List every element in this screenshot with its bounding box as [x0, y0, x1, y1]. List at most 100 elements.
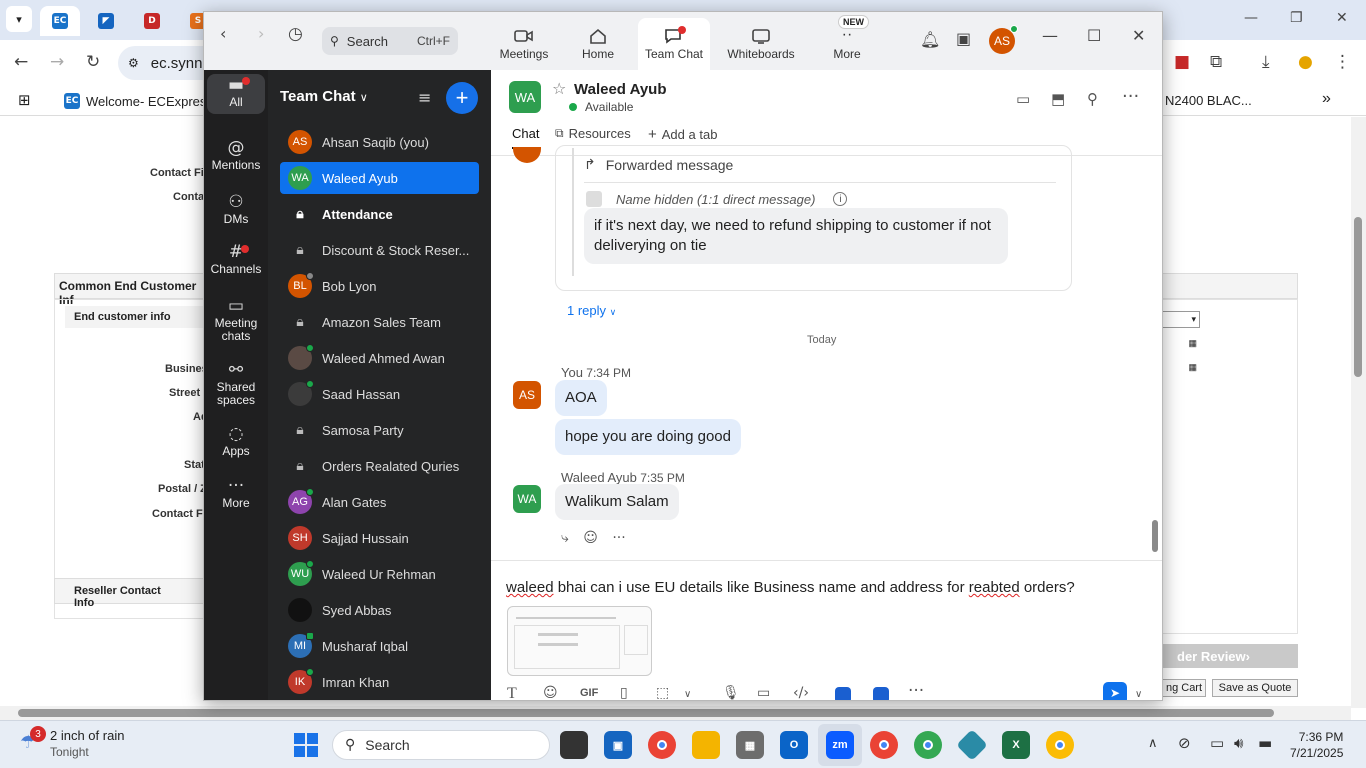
text-format-icon[interactable]: T: [507, 685, 517, 700]
contact-name[interactable]: Waleed Ayub: [574, 81, 667, 98]
scrollbar-thumb[interactable]: [1354, 217, 1362, 377]
apps-grid-icon[interactable]: ⊞: [18, 91, 31, 109]
user-avatar[interactable]: AS: [989, 25, 1018, 54]
tab-search-dropdown[interactable]: ▾: [6, 6, 32, 32]
browser-tab-3[interactable]: D: [132, 6, 172, 36]
chat-list-title[interactable]: Team Chat ∨: [280, 88, 368, 105]
page-horizontal-scrollbar[interactable]: [0, 706, 1351, 720]
attached-screenshot-thumbnail[interactable]: [507, 606, 652, 676]
select-field[interactable]: ▾: [1162, 311, 1200, 328]
chat-item[interactable]: Syed Abbas: [280, 594, 479, 626]
download-icon[interactable]: ⤓: [1262, 52, 1270, 72]
chat-item[interactable]: IK Imran Khan: [280, 666, 479, 698]
close-icon[interactable]: ✕: [1336, 10, 1348, 26]
bookmark-ecexpress[interactable]: EC Welcome- ECExpres...: [64, 93, 217, 109]
new-chat-button[interactable]: +: [446, 82, 478, 114]
site-info-icon[interactable]: ⚙: [128, 56, 139, 70]
taskbar-search[interactable]: ⚲ Search: [332, 730, 550, 760]
calculator-icon[interactable]: ▦: [736, 731, 764, 759]
sender-avatar[interactable]: WA: [513, 485, 541, 513]
app-integration-icon[interactable]: [835, 687, 851, 700]
chrome-profile-icon[interactable]: [1046, 731, 1074, 759]
forward-icon[interactable]: ›: [258, 24, 264, 43]
chat-item[interactable]: WU Waleed Ur Rehman: [280, 558, 479, 590]
rail-item-all[interactable]: ▬ All: [207, 74, 265, 114]
reload-icon[interactable]: ↻: [86, 52, 100, 72]
task-view-icon[interactable]: [560, 731, 588, 759]
notification-bell-icon[interactable]: 🔔︎: [920, 30, 940, 49]
zoom-search[interactable]: ⚲ Search Ctrl+F: [322, 27, 458, 55]
chat-item[interactable]: SH Sajjad Hussain: [280, 522, 479, 554]
forward-icon[interactable]: →: [50, 52, 64, 72]
more-options-icon[interactable]: ···: [908, 681, 924, 700]
filter-icon[interactable]: ≡: [418, 88, 431, 107]
profile-icon[interactable]: ●: [1298, 52, 1313, 72]
close-icon[interactable]: ✕: [1132, 26, 1145, 45]
chat-item[interactable]: BL Bob Lyon: [280, 270, 479, 302]
battery-icon[interactable]: ▬: [1258, 734, 1272, 752]
date-picker-icon[interactable]: ▦: [1162, 359, 1200, 376]
message-composer[interactable]: waleed bhai can i use EU details like Bu…: [491, 560, 1162, 700]
tab-meetings[interactable]: Meetings: [494, 18, 554, 70]
send-button[interactable]: ➤: [1103, 682, 1127, 700]
chrome-profile-icon[interactable]: [870, 731, 898, 759]
chat-item[interactable]: 🔒︎ Orders Realated Quries: [280, 450, 479, 482]
app-integration-icon[interactable]: [873, 687, 889, 700]
maximize-icon[interactable]: ☐: [1087, 26, 1101, 45]
tab-team-chat[interactable]: Team Chat: [638, 18, 710, 70]
tab-whiteboards[interactable]: Whiteboards: [724, 18, 798, 70]
windows-start-icon[interactable]: [294, 733, 318, 757]
compose-input[interactable]: waleed bhai can i use EU details like Bu…: [506, 579, 1075, 596]
sender-avatar[interactable]: AS: [513, 381, 541, 409]
emoji-icon[interactable]: ☺: [543, 685, 558, 700]
share-screen-icon[interactable]: ⬒: [1051, 90, 1065, 108]
chat-item[interactable]: Waleed Ahmed Awan: [280, 342, 479, 374]
gif-button[interactable]: GIF: [580, 687, 598, 699]
more-options-icon[interactable]: ···: [1122, 86, 1139, 107]
contact-avatar[interactable]: WA: [509, 81, 541, 113]
more-bookmarks-icon[interactable]: »: [1322, 90, 1331, 108]
calendar-icon[interactable]: ▣: [956, 29, 971, 48]
reply-count-link[interactable]: 1 reply ∨: [567, 303, 616, 318]
scrollbar-thumb[interactable]: [18, 709, 1274, 717]
system-clock[interactable]: 7:36 PM 7/21/2025: [1290, 729, 1343, 761]
file-explorer-icon[interactable]: [692, 731, 720, 759]
browser-tab-2[interactable]: ◤: [86, 6, 126, 36]
rail-item-meeting-chats[interactable]: ▭ Meeting chats: [207, 298, 265, 343]
star-icon[interactable]: ☆: [552, 79, 566, 98]
order-review-button[interactable]: der Review ›: [1162, 644, 1298, 668]
bookmark-right[interactable]: N2400 BLAC...: [1165, 93, 1252, 108]
chrome-icon[interactable]: [648, 731, 676, 759]
zoom-taskbar-icon[interactable]: zm: [826, 731, 854, 759]
pdf-extension-icon[interactable]: ■: [1174, 52, 1190, 72]
date-picker-icon[interactable]: ▦: [1162, 335, 1200, 352]
chrome-profile-icon[interactable]: [914, 731, 942, 759]
rail-item-mentions[interactable]: @ Mentions: [207, 140, 265, 172]
code-snippet-icon[interactable]: ‹/›: [793, 685, 809, 700]
shopping-cart-button[interactable]: ng Cart: [1162, 679, 1206, 697]
chat-item[interactable]: 🔒︎ Attendance: [280, 198, 479, 230]
tab-home[interactable]: Home: [574, 18, 622, 70]
emoji-reaction-icon[interactable]: ☺: [583, 530, 598, 546]
rail-item-more[interactable]: ··· More: [207, 478, 265, 510]
extensions-icon[interactable]: ⧉: [1210, 52, 1222, 72]
tab-resources[interactable]: ⧉ Resources: [555, 126, 631, 141]
page-vertical-scrollbar[interactable]: [1351, 117, 1366, 708]
video-message-icon[interactable]: ▭: [757, 685, 770, 700]
chat-item-selected[interactable]: WA Waleed Ayub: [280, 162, 479, 194]
chat-item[interactable]: MI Musharaf Iqbal: [280, 630, 479, 662]
chat-item[interactable]: AG Alan Gates: [280, 486, 479, 518]
rail-item-dms[interactable]: ⚇ DMs: [207, 194, 265, 226]
rail-item-shared-spaces[interactable]: ⚯ Shared spaces: [207, 362, 265, 407]
excel-icon[interactable]: X: [1002, 731, 1030, 759]
file-attach-icon[interactable]: ▯: [620, 685, 628, 700]
reply-icon[interactable]: ⤷: [561, 530, 569, 546]
network-off-icon[interactable]: ⊘: [1178, 734, 1191, 752]
back-icon[interactable]: ‹: [220, 24, 226, 43]
search-icon[interactable]: ⚲: [1087, 90, 1098, 108]
minimize-icon[interactable]: —: [1244, 10, 1258, 26]
meet-now-icon[interactable]: ▭: [1210, 734, 1224, 752]
menu-icon[interactable]: ⋮: [1334, 52, 1351, 72]
chat-item[interactable]: 🔒︎ Amazon Sales Team: [280, 306, 479, 338]
info-icon[interactable]: i: [833, 192, 848, 206]
